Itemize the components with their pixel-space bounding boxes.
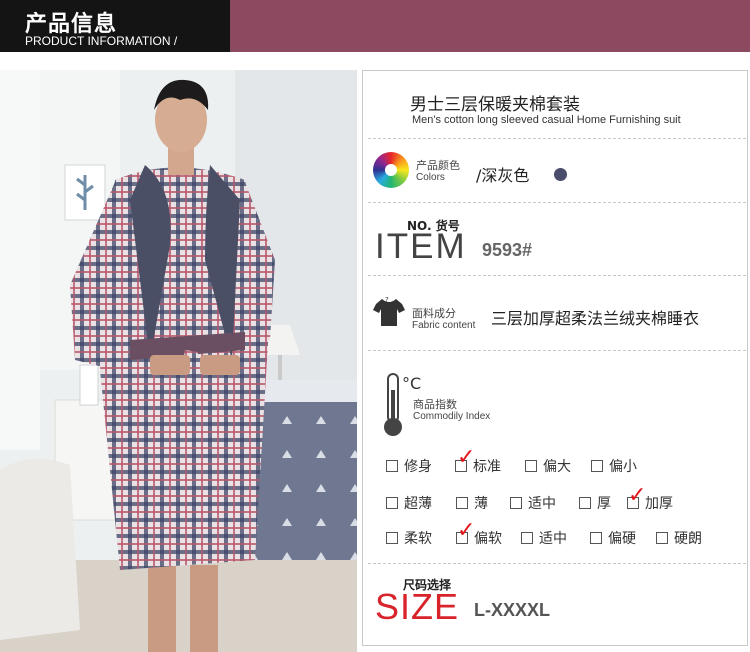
celsius-unit: °C bbox=[402, 374, 422, 393]
product-name-cn: 男士三层保暖夹棉套装 bbox=[410, 95, 580, 115]
color-label-cn: 产品颜色 bbox=[416, 159, 460, 172]
size-label-big: SIZE bbox=[375, 586, 460, 627]
size-range: L-XXXXL bbox=[474, 600, 551, 620]
tshirt-icon: ? bbox=[372, 296, 406, 328]
header-title-en: PRODUCT INFORMATION / bbox=[25, 34, 178, 48]
product-name-en: Men's cotton long sleeved casual Home Fu… bbox=[412, 114, 681, 126]
checkbox[interactable] bbox=[591, 460, 603, 472]
option-thickness-ultrathin[interactable]: 超薄 bbox=[386, 493, 432, 513]
option-thickness-thin[interactable]: 薄 bbox=[456, 493, 488, 513]
checkbox[interactable] bbox=[656, 532, 668, 544]
item-label-big: ITEM bbox=[375, 227, 467, 266]
color-value: /深灰色 bbox=[476, 166, 530, 185]
checkmark-icon: ✓ bbox=[628, 483, 647, 508]
divider bbox=[368, 350, 746, 351]
index-label-en: Commodily Index bbox=[413, 411, 491, 422]
fabric-value: 三层加厚超柔法兰绒夹棉睡衣 bbox=[491, 309, 700, 328]
option-thickness-medium[interactable]: 适中 bbox=[510, 493, 556, 513]
color-wheel-icon bbox=[373, 152, 409, 188]
option-softness-hard[interactable]: 硬朗 bbox=[656, 528, 702, 548]
divider bbox=[368, 275, 746, 276]
color-swatch bbox=[554, 168, 567, 181]
svg-text:?: ? bbox=[385, 296, 389, 304]
option-softness-fairly-hard[interactable]: 偏硬 bbox=[590, 528, 636, 548]
thermometer-icon bbox=[382, 372, 404, 438]
item-number: 9593# bbox=[482, 240, 533, 260]
checkbox[interactable] bbox=[590, 532, 602, 544]
color-label-en: Colors bbox=[416, 172, 445, 183]
checkbox[interactable] bbox=[579, 497, 591, 509]
checkbox[interactable] bbox=[525, 460, 537, 472]
option-fit-slim[interactable]: 修身 bbox=[386, 456, 432, 476]
checkbox[interactable] bbox=[456, 497, 468, 509]
option-thickness-thick[interactable]: 厚 bbox=[579, 493, 611, 513]
index-label-cn: 商品指数 bbox=[413, 398, 457, 411]
checkbox[interactable] bbox=[386, 532, 398, 544]
checkmark-icon: ✓ bbox=[457, 445, 476, 470]
option-softness-medium[interactable]: 适中 bbox=[521, 528, 567, 548]
divider bbox=[368, 563, 746, 564]
option-fit-large[interactable]: 偏大 bbox=[525, 456, 571, 476]
product-photo bbox=[0, 70, 357, 652]
option-softness-soft[interactable]: 柔软 bbox=[386, 528, 432, 548]
option-fit-small[interactable]: 偏小 bbox=[591, 456, 637, 476]
checkmark-icon: ✓ bbox=[457, 518, 476, 543]
product-photo-illustration bbox=[0, 70, 357, 652]
divider bbox=[368, 202, 746, 203]
checkbox[interactable] bbox=[386, 460, 398, 472]
divider bbox=[368, 138, 746, 139]
checkbox[interactable] bbox=[386, 497, 398, 509]
checkbox[interactable] bbox=[521, 532, 533, 544]
fabric-label-cn: 面料成分 bbox=[412, 307, 456, 320]
fabric-label-en: Fabric content bbox=[412, 320, 476, 331]
header-accent-bar bbox=[230, 0, 750, 52]
checkbox[interactable] bbox=[510, 497, 522, 509]
